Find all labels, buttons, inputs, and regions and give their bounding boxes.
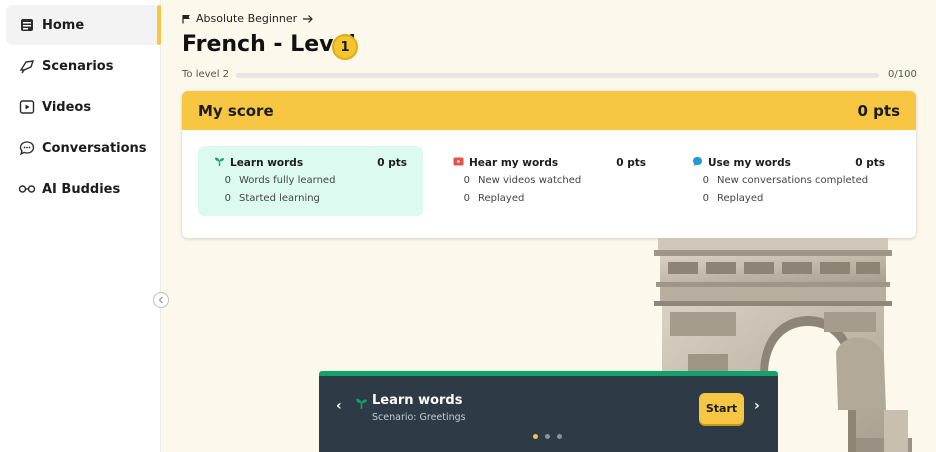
lesson-carousel-banner: ‹ Learn words Scenario: Greetings Start …: [319, 371, 778, 452]
progress-count: 0/100: [888, 69, 917, 80]
home-icon: [18, 16, 36, 34]
banner-title: Learn words: [372, 393, 463, 408]
carousel-pagination: [533, 434, 562, 439]
sidebar-item-home[interactable]: Home: [6, 5, 161, 45]
start-button[interactable]: Start: [699, 393, 744, 424]
column-points: 0 pts: [377, 157, 407, 169]
level-progress-bar: [236, 73, 879, 78]
stat-label: New conversations completed: [717, 174, 869, 186]
stat-value: 0: [463, 174, 470, 186]
carousel-prev-button[interactable]: ‹: [336, 398, 342, 414]
stat-row: 0 New conversations completed: [692, 171, 885, 189]
score-total: 0 pts: [857, 101, 901, 120]
sidebar-item-scenarios[interactable]: Scenarios: [6, 46, 161, 86]
collapse-sidebar-button[interactable]: [153, 292, 169, 308]
chat-icon: [18, 139, 36, 157]
scenarios-icon: [18, 57, 36, 75]
arrow-right-icon: [303, 14, 314, 23]
sidebar-item-videos[interactable]: Videos: [6, 87, 161, 127]
stat-value: 0: [463, 192, 470, 204]
column-points: 0 pts: [855, 157, 885, 169]
sidebar-item-label: AI Buddies: [42, 181, 121, 197]
stat-row: 0 Words fully learned: [214, 171, 407, 189]
sprout-icon: [355, 395, 368, 414]
video-icon: [18, 98, 36, 116]
sidebar-item-label: Videos: [42, 99, 92, 115]
column-title: Use my words: [708, 157, 791, 169]
sidebar-item-label: Conversations: [42, 140, 147, 156]
column-header: Hear my words 0 pts: [453, 155, 646, 171]
glasses-icon: [18, 180, 36, 198]
score-column-learn-words: Learn words 0 pts 0 Words fully learned 0…: [198, 146, 423, 216]
sidebar-item-conversations[interactable]: Conversations: [6, 128, 161, 168]
carousel-dot[interactable]: [545, 434, 550, 439]
sprout-icon: [214, 156, 225, 170]
breadcrumb-label: Absolute Beginner: [196, 12, 298, 25]
stat-label: Replayed: [478, 192, 525, 204]
sidebar-item-label: Home: [42, 17, 85, 33]
stat-label: Replayed: [717, 192, 764, 204]
play-video-icon: [453, 156, 464, 170]
chevron-left-icon: [158, 296, 163, 304]
stat-value: 0: [224, 192, 231, 204]
stat-label: Started learning: [239, 192, 320, 204]
stat-label: New videos watched: [478, 174, 582, 186]
sidebar: Home Scenarios Videos Conversations AI B…: [0, 0, 161, 452]
stat-label: Words fully learned: [239, 174, 336, 186]
column-title: Hear my words: [469, 157, 559, 169]
column-title: Learn words: [230, 157, 304, 169]
stat-row: 0 Replayed: [453, 189, 646, 207]
sidebar-item-ai-buddies[interactable]: AI Buddies: [6, 169, 161, 209]
stat-value: 0: [702, 174, 709, 186]
stat-row: 0 Started learning: [214, 189, 407, 207]
column-points: 0 pts: [616, 157, 646, 169]
score-card: My score 0 pts Learn words 0 pts 0 Words …: [182, 91, 916, 238]
score-column-hear-my-words: Hear my words 0 pts 0 New videos watched …: [437, 146, 662, 216]
carousel-dot[interactable]: [533, 434, 538, 439]
page-title: French - Level: [182, 32, 356, 57]
progress-label: To level 2: [182, 69, 230, 80]
speech-bubble-icon: [692, 156, 703, 170]
column-header: Use my words 0 pts: [692, 155, 885, 171]
sidebar-item-label: Scenarios: [42, 58, 114, 74]
column-header: Learn words 0 pts: [214, 155, 407, 171]
flag-icon: [182, 14, 190, 23]
score-header: My score 0 pts: [182, 91, 916, 130]
stat-row: 0 New videos watched: [453, 171, 646, 189]
stat-row: 0 Replayed: [692, 189, 885, 207]
level-badge: 1: [332, 34, 358, 60]
carousel-next-button[interactable]: ›: [754, 398, 760, 414]
carousel-dot[interactable]: [557, 434, 562, 439]
stat-value: 0: [702, 192, 709, 204]
breadcrumb[interactable]: Absolute Beginner: [182, 12, 314, 25]
score-column-use-my-words: Use my words 0 pts 0 New conversations co…: [676, 146, 901, 216]
banner-subtitle: Scenario: Greetings: [372, 412, 466, 423]
score-title: My score: [198, 101, 274, 120]
stat-value: 0: [224, 174, 231, 186]
